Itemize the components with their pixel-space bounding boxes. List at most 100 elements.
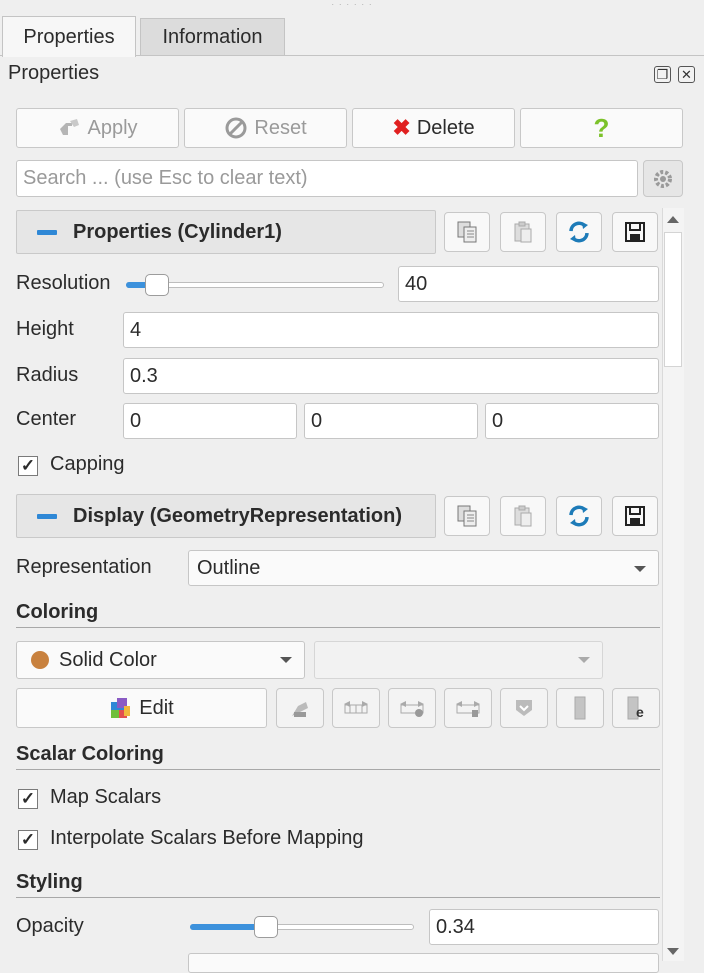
refresh-button[interactable]	[556, 212, 602, 252]
height-label: Height	[16, 318, 74, 340]
map-scalars-label: Map Scalars	[50, 786, 162, 808]
center-x-input[interactable]: 0	[123, 403, 297, 439]
copy-icon	[457, 221, 477, 243]
coloring-divider	[16, 627, 660, 628]
scalar-coloring-title: Scalar Coloring	[16, 743, 164, 765]
advanced-settings-button[interactable]	[643, 160, 683, 197]
help-icon: ?	[593, 112, 610, 143]
scrollbar-thumb[interactable]	[664, 232, 682, 367]
rescale-custom-button[interactable]	[276, 688, 324, 728]
color-legend-icon	[574, 696, 586, 720]
edit-legend-icon: e	[627, 696, 644, 720]
interpolate-scalars-label: Interpolate Scalars Before Mapping	[50, 827, 364, 849]
properties-section-header[interactable]: Properties (Cylinder1)	[16, 210, 436, 254]
save-icon	[625, 506, 645, 526]
coloring-array-dropdown[interactable]	[314, 641, 603, 679]
chevron-down-icon	[578, 657, 590, 663]
apply-button[interactable]: Apply	[16, 108, 179, 148]
resolution-input[interactable]: 40	[398, 266, 659, 302]
dock-grip[interactable]: · · · · · ·	[0, 0, 704, 10]
capping-label: Capping	[50, 453, 125, 475]
delete-label: Delete	[416, 116, 475, 139]
edit-colormap-icon	[111, 698, 131, 718]
help-button[interactable]: ?	[520, 108, 683, 148]
delete-button[interactable]: ✖ Delete	[352, 108, 515, 148]
delete-icon: ✖	[392, 115, 411, 140]
rescale-custom-icon	[400, 701, 424, 717]
reset-icon	[225, 117, 247, 139]
resolution-slider-handle[interactable]	[145, 274, 169, 296]
opacity-input[interactable]: 0.34	[429, 909, 659, 945]
restore-icon[interactable]: ❐	[654, 66, 671, 83]
collapse-icon	[37, 513, 57, 519]
center-z-input[interactable]: 0	[485, 403, 659, 439]
solid-color-swatch-icon	[31, 651, 49, 669]
center-x-value: 0	[130, 409, 142, 432]
apply-icon	[60, 119, 80, 135]
gear-icon	[654, 169, 672, 188]
tab-information-label: Information	[162, 25, 263, 48]
center-label: Center	[16, 408, 77, 430]
properties-section-title: Properties (Cylinder1)	[73, 220, 282, 243]
radius-label: Radius	[16, 364, 79, 386]
toggle-colorbar-button[interactable]	[556, 688, 604, 728]
display-copy-button[interactable]	[444, 496, 490, 536]
opacity-label: Opacity	[16, 915, 84, 937]
copy-button[interactable]	[444, 212, 490, 252]
tab-information[interactable]: Information	[140, 18, 285, 55]
search-placeholder: Search ... (use Esc to clear text)	[23, 167, 308, 189]
scalar-coloring-divider	[16, 769, 660, 770]
capping-checkbox[interactable]: ✓	[18, 456, 38, 476]
resolution-label: Resolution	[16, 272, 111, 294]
next-row-dropdown[interactable]	[188, 953, 659, 973]
save-button[interactable]	[612, 212, 658, 252]
height-input[interactable]: 4	[123, 312, 659, 348]
radius-input[interactable]: 0.3	[123, 358, 659, 394]
display-section-title: Display (GeometryRepresentation)	[73, 504, 402, 527]
preset-icon	[516, 700, 532, 716]
representation-dropdown[interactable]: Outline	[188, 550, 659, 586]
svg-text:e: e	[636, 704, 644, 720]
representation-value: Outline	[197, 556, 261, 579]
height-value: 4	[130, 318, 142, 341]
chevron-down-icon	[280, 657, 292, 663]
coloring-mode-dropdown[interactable]: Solid Color	[16, 641, 305, 679]
resolution-value: 40	[405, 272, 428, 295]
paste-icon	[514, 221, 532, 243]
opacity-slider-handle[interactable]	[254, 916, 278, 938]
collapse-icon	[37, 229, 57, 235]
edit-colorbar-button[interactable]: e	[612, 688, 660, 728]
choose-preset-button[interactable]	[500, 688, 548, 728]
tab-properties[interactable]: Properties	[2, 16, 136, 57]
map-scalars-checkbox[interactable]: ✓	[18, 789, 38, 809]
edit-colormap-label: Edit	[139, 696, 174, 719]
color-picker-icon	[292, 702, 308, 717]
reset-label: Reset	[254, 116, 307, 139]
close-icon[interactable]: ✕	[678, 66, 695, 83]
rescale-temporal-range-button[interactable]	[444, 688, 492, 728]
scroll-up-icon[interactable]	[667, 216, 679, 223]
search-input[interactable]: Search ... (use Esc to clear text)	[16, 160, 638, 197]
scroll-down-icon[interactable]	[667, 948, 679, 955]
interpolate-scalars-checkbox[interactable]: ✓	[18, 830, 38, 850]
paste-button[interactable]	[500, 212, 546, 252]
rescale-range-icon	[344, 701, 368, 714]
display-paste-button[interactable]	[500, 496, 546, 536]
panel-title: Properties	[8, 62, 100, 84]
center-y-input[interactable]: 0	[304, 403, 478, 439]
styling-divider	[16, 897, 660, 898]
center-z-value: 0	[492, 409, 504, 432]
display-section-header[interactable]: Display (GeometryRepresentation)	[16, 494, 436, 538]
paste-icon	[514, 505, 532, 527]
rescale-data-range-button[interactable]	[332, 688, 380, 728]
refresh-icon	[569, 221, 589, 243]
display-refresh-button[interactable]	[556, 496, 602, 536]
styling-title: Styling	[16, 871, 83, 893]
opacity-value: 0.34	[436, 915, 475, 938]
edit-colormap-button[interactable]: Edit	[16, 688, 267, 728]
rescale-custom-range-button[interactable]	[388, 688, 436, 728]
display-save-button[interactable]	[612, 496, 658, 536]
reset-button[interactable]: Reset	[184, 108, 347, 148]
center-y-value: 0	[311, 409, 323, 432]
representation-label: Representation	[16, 556, 152, 578]
